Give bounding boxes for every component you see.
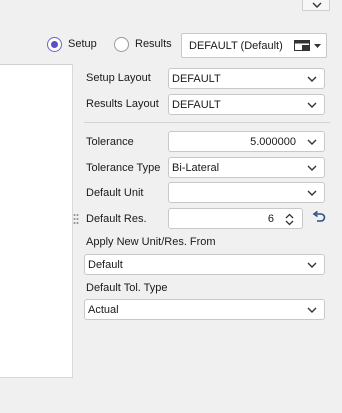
results-layout-label: Results Layout [86, 98, 159, 110]
top-strip [0, 0, 342, 14]
default-res-stepper[interactable]: 6 [168, 208, 303, 229]
chevron-down-icon [307, 190, 317, 196]
section-divider [84, 122, 330, 123]
tolerance-value: 5.000000 [250, 136, 296, 148]
tolerance-type-dropdown[interactable]: Bi-Lateral [168, 157, 325, 178]
results-radio[interactable] [114, 37, 129, 52]
layout-selector[interactable]: DEFAULT (Default) [181, 33, 327, 58]
results-radio-label[interactable]: Results [135, 38, 172, 50]
default-res-label: Default Res. [86, 213, 147, 225]
setup-radio-label[interactable]: Setup [68, 38, 97, 50]
chevron-down-icon [307, 165, 317, 171]
left-panel [0, 64, 73, 378]
default-tol-type-value: Actual [88, 304, 119, 316]
results-layout-dropdown[interactable]: DEFAULT [168, 94, 325, 115]
default-tol-type-label: Default Tol. Type [86, 282, 168, 294]
default-unit-dropdown[interactable] [168, 182, 325, 203]
chevron-down-icon [312, 2, 322, 8]
apply-from-dropdown[interactable]: Default [84, 254, 325, 275]
setup-layout-dropdown[interactable]: DEFAULT [168, 68, 325, 89]
undo-icon[interactable] [312, 211, 326, 224]
tolerance-dropdown[interactable]: 5.000000 [168, 131, 325, 152]
spinner-icon[interactable] [285, 213, 294, 226]
default-unit-label: Default Unit [86, 187, 144, 199]
tolerance-type-label: Tolerance Type [86, 162, 161, 174]
default-res-value: 6 [267, 213, 274, 225]
apply-from-value: Default [88, 259, 123, 271]
default-tol-type-dropdown[interactable]: Actual [84, 299, 325, 320]
tolerance-type-value: Bi-Lateral [172, 162, 220, 174]
layout-picker-icon [294, 40, 321, 51]
tolerance-label: Tolerance [86, 136, 134, 148]
chevron-down-icon [307, 139, 317, 145]
setup-layout-value: DEFAULT [172, 73, 221, 85]
setup-layout-label: Setup Layout [86, 72, 151, 84]
setup-radio[interactable] [47, 37, 62, 52]
chevron-down-icon [307, 102, 317, 108]
drag-grip-icon[interactable] [73, 213, 79, 225]
apply-from-label: Apply New Unit/Res. From [86, 236, 216, 248]
layout-selector-value: DEFAULT (Default) [189, 40, 283, 52]
chevron-down-icon [307, 307, 317, 313]
chevron-down-icon [307, 76, 317, 82]
top-expand-button[interactable] [302, 0, 330, 11]
results-layout-value: DEFAULT [172, 99, 221, 111]
chevron-down-icon [307, 262, 317, 268]
